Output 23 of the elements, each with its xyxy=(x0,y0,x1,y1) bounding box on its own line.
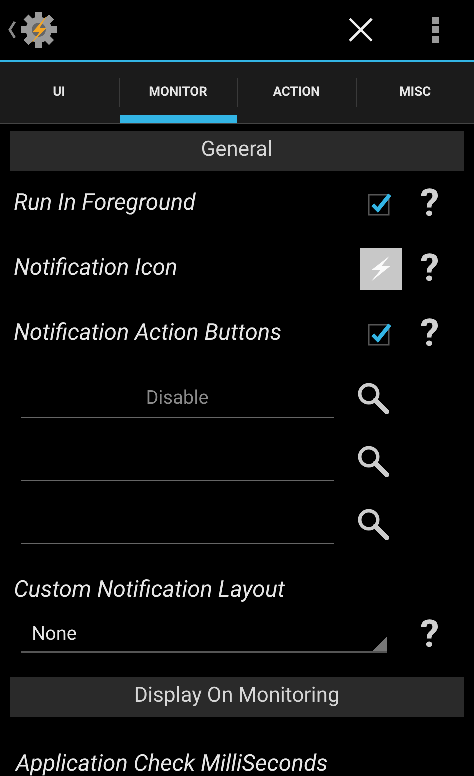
search-icon[interactable] xyxy=(356,380,390,414)
search-icon[interactable] xyxy=(356,444,390,478)
section-title: Display On Monitoring xyxy=(134,683,340,710)
tab[interactable]: MONITOR xyxy=(120,62,237,123)
section-title: General xyxy=(201,137,273,164)
setting-label: Application Check MilliSeconds xyxy=(16,750,328,776)
input-field[interactable]: Disable xyxy=(21,378,334,418)
dropdown-corner-icon xyxy=(373,637,387,651)
help-button[interactable]: ? xyxy=(410,250,450,288)
overflow-menu-icon[interactable] xyxy=(432,17,440,43)
setting-label: Run In Foreground xyxy=(14,188,197,218)
close-icon[interactable] xyxy=(348,17,374,43)
tab[interactable]: UI xyxy=(0,62,118,123)
tab[interactable]: MISC xyxy=(356,62,474,123)
tab[interactable]: ACTION xyxy=(238,62,356,123)
setting-label: Custom Notification Layout xyxy=(14,574,286,605)
dropdown[interactable]: None xyxy=(21,617,387,653)
help-button[interactable]: ? xyxy=(410,616,450,654)
help-button[interactable]: ? xyxy=(410,184,450,222)
setting-label: Notification Action Buttons xyxy=(14,318,283,348)
help-button[interactable]: ? xyxy=(410,314,450,352)
setting-label: Notification Icon xyxy=(14,253,179,284)
search-icon[interactable] xyxy=(356,506,390,540)
